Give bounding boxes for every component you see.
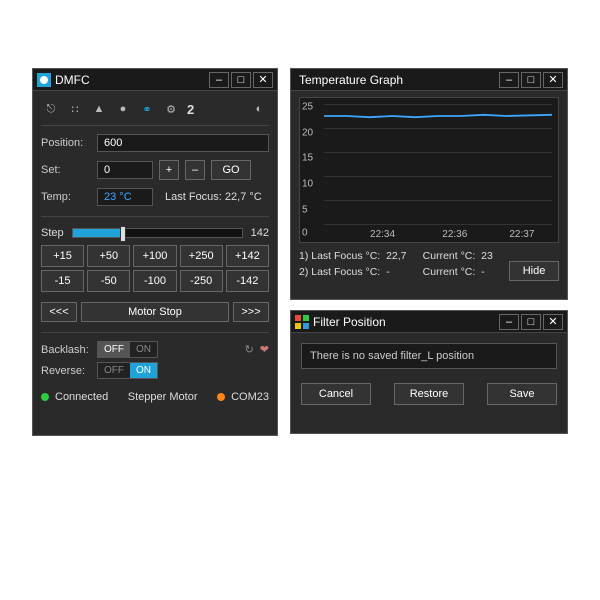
message-text: There is no saved filter_L position: [301, 343, 557, 369]
hide-button[interactable]: Hide: [509, 261, 559, 281]
last1-val: 22,7: [386, 250, 406, 262]
toolbar: ⎋ ∷ ▲ ● ⚭ ⚙ 2 ◐: [41, 97, 269, 126]
close-button[interactable]: ✕: [543, 72, 563, 88]
step-slider[interactable]: [72, 228, 243, 238]
cur2-label: Current °C:: [423, 266, 476, 278]
temp-value: 23 °C: [97, 188, 153, 206]
y-tick: 10: [302, 179, 313, 190]
x-tick: 22:36: [442, 229, 467, 240]
gear-icon[interactable]: ⚙: [163, 101, 179, 117]
minimize-button[interactable]: –: [499, 314, 519, 330]
last1-label: 1) Last Focus °C:: [299, 250, 380, 262]
x-tick: 22:37: [509, 229, 534, 240]
com-dot-icon: [217, 393, 225, 401]
minimize-button[interactable]: –: [499, 72, 519, 88]
temperature-chart: 25 20 15 10 5 0 22:34 22:36 22:37: [299, 97, 559, 243]
y-tick: 0: [302, 228, 308, 239]
device-icon[interactable]: ⎋: [43, 101, 59, 117]
lastfocus-label: Last Focus: 22,7 °C: [165, 191, 262, 203]
close-button[interactable]: ✕: [543, 314, 563, 330]
up-icon[interactable]: ▲: [91, 101, 107, 117]
motor-forward-button[interactable]: >>>: [233, 302, 269, 322]
step-plus-100[interactable]: +100: [133, 245, 176, 267]
step-minus-100[interactable]: -100: [133, 270, 176, 292]
y-tick: 15: [302, 153, 313, 164]
step-minus-15[interactable]: -15: [41, 270, 84, 292]
circle-icon[interactable]: ●: [115, 101, 131, 117]
step-plus-142[interactable]: +142: [226, 245, 269, 267]
cur1-val: 23: [481, 250, 493, 262]
last2-label: 2) Last Focus °C:: [299, 266, 380, 278]
backlash-toggle[interactable]: OFF ON: [97, 341, 158, 358]
app-icon: [37, 73, 51, 87]
toolbar-count: 2: [187, 102, 194, 117]
step-minus-50[interactable]: -50: [87, 270, 130, 292]
set-plus-button[interactable]: +: [159, 160, 179, 180]
motor-stop-button[interactable]: Motor Stop: [81, 302, 229, 322]
app-icon: [295, 315, 309, 329]
motor-rewind-button[interactable]: <<<: [41, 302, 77, 322]
set-input[interactable]: 0: [97, 161, 153, 179]
motor-type-label: Stepper Motor: [114, 391, 211, 403]
cur2-val: -: [481, 266, 485, 278]
step-buttons: +15 +50 +100 +250 +142 -15 -50 -100 -250…: [41, 245, 269, 292]
y-tick: 20: [302, 127, 313, 138]
temp-label: Temp:: [41, 191, 91, 203]
com-label: COM23: [231, 391, 269, 403]
reverse-label: Reverse:: [41, 365, 91, 377]
window-title: Temperature Graph: [299, 73, 497, 87]
restore-button[interactable]: Restore: [394, 383, 464, 405]
maximize-button[interactable]: □: [231, 72, 251, 88]
y-tick: 5: [302, 205, 308, 216]
y-tick: 25: [302, 101, 313, 112]
last2-val: -: [386, 266, 390, 278]
step-plus-250[interactable]: +250: [180, 245, 223, 267]
reverse-toggle[interactable]: OFF ON: [97, 362, 158, 379]
chart-line: [324, 104, 552, 224]
cancel-button[interactable]: Cancel: [301, 383, 371, 405]
step-plus-50[interactable]: +50: [87, 245, 130, 267]
status-dot-icon: [41, 393, 49, 401]
step-label: Step: [41, 227, 64, 239]
window-title: Filter Position: [313, 315, 497, 329]
maximize-button[interactable]: □: [521, 314, 541, 330]
x-tick: 22:34: [370, 229, 395, 240]
position-label: Position:: [41, 137, 91, 149]
step-plus-15[interactable]: +15: [41, 245, 84, 267]
refresh-icon[interactable]: ↻: [245, 343, 254, 356]
position-value: 600: [97, 134, 269, 152]
maximize-button[interactable]: □: [521, 72, 541, 88]
step-minus-250[interactable]: -250: [180, 270, 223, 292]
connected-label: Connected: [55, 391, 108, 403]
heart-icon[interactable]: ❤: [260, 343, 269, 356]
backlash-label: Backlash:: [41, 344, 91, 356]
power-icon[interactable]: ◐: [251, 101, 267, 117]
close-button[interactable]: ✕: [253, 72, 273, 88]
link-icon[interactable]: ⚭: [139, 101, 155, 117]
cur1-label: Current °C:: [423, 250, 476, 262]
set-minus-button[interactable]: –: [185, 160, 205, 180]
step-minus-142[interactable]: -142: [226, 270, 269, 292]
set-label: Set:: [41, 164, 91, 176]
go-button[interactable]: GO: [211, 160, 251, 180]
window-title: DMFC: [55, 73, 207, 87]
grid-icon[interactable]: ∷: [67, 101, 83, 117]
minimize-button[interactable]: –: [209, 72, 229, 88]
save-button[interactable]: Save: [487, 383, 557, 405]
step-value: 142: [251, 227, 269, 239]
